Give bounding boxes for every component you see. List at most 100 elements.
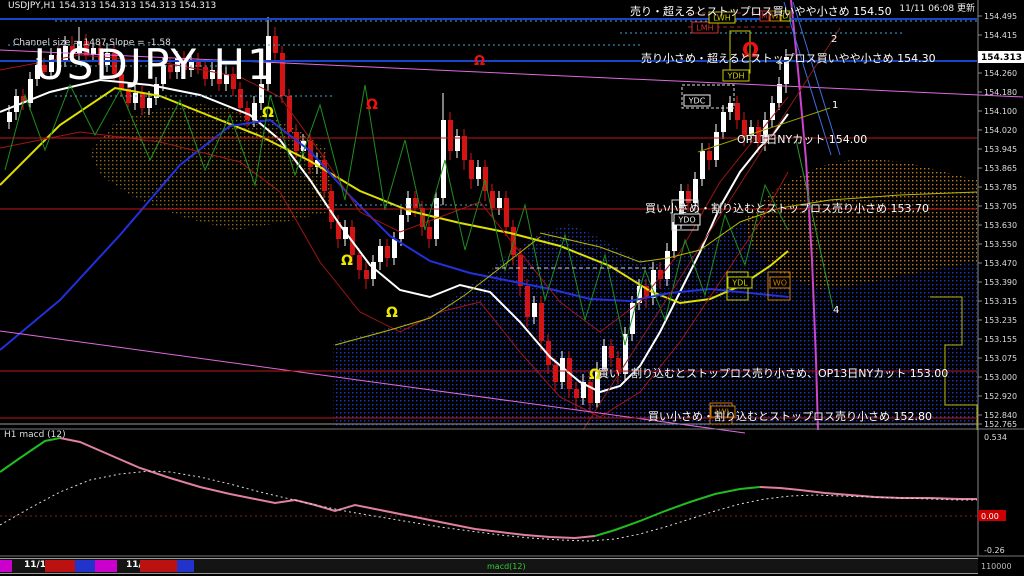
current-price-text: 154.313 xyxy=(981,53,1022,63)
chart-window: USDJPY H1 LMHLWHMWDYDHYDCYDOYDLWOLWLΩΩΩΩ… xyxy=(0,0,1024,576)
wave-number-1: 1 xyxy=(832,100,838,111)
cloud-khaki-left xyxy=(90,104,330,230)
candle xyxy=(133,93,138,103)
candle xyxy=(441,120,446,198)
candle xyxy=(735,103,740,120)
label-box-text: YDC xyxy=(688,97,706,106)
annotation-buy-15370: 買い小さめ・割り込むとストップロス売り小さめ 153.70 xyxy=(645,200,929,216)
osc-main-line xyxy=(595,487,760,536)
ohlc-quote-line: USDJPY,H1 154.313 154.313 154.313 154.31… xyxy=(8,1,216,11)
candle xyxy=(364,270,369,279)
label-box-text: WO xyxy=(773,279,787,288)
candle xyxy=(280,53,285,96)
candle xyxy=(553,365,558,382)
candle xyxy=(588,382,593,403)
price-axis-label: 153.390 xyxy=(984,278,1017,287)
price-axis-label: 153.945 xyxy=(984,145,1017,154)
price-axis-label: 152.920 xyxy=(984,392,1017,401)
label-box-text: YDH xyxy=(726,72,744,81)
wave-number-4: 4 xyxy=(833,305,839,316)
volume-scale-label: 110000 xyxy=(981,562,1012,571)
candle xyxy=(7,112,12,122)
candle xyxy=(427,227,432,239)
candle xyxy=(448,120,453,151)
price-axis-label: 152.840 xyxy=(984,411,1017,420)
session-segment xyxy=(177,560,194,572)
price-axis-label: 153.315 xyxy=(984,297,1017,306)
candle xyxy=(770,103,775,120)
price-axis-label: 153.235 xyxy=(984,316,1017,325)
omega-mark-icon: Ω xyxy=(341,253,353,269)
label-box-text: YDL xyxy=(731,279,748,288)
wave-number-2: 2 xyxy=(831,34,837,45)
sub-zero-text: 0.00 xyxy=(981,512,999,521)
price-axis-label: 153.000 xyxy=(984,373,1017,382)
candle xyxy=(672,222,677,251)
candle xyxy=(525,286,530,317)
price-axis-label: 154.260 xyxy=(984,69,1017,78)
price-axis-label: 153.470 xyxy=(984,259,1017,268)
candle xyxy=(238,89,243,108)
session-segment xyxy=(45,560,75,572)
annotation-buy-15280: 買い小さめ・割り込むとストップロス売り小さめ 152.80 xyxy=(648,408,932,424)
candle xyxy=(700,151,705,179)
annotation-buy-15300: 買い・割り込むとストップロス売り小さめ、OP13日NYカット 153.00 xyxy=(598,365,948,381)
session-segment xyxy=(95,560,117,572)
price-axis[interactable]: 154.495154.415154.335154.260154.180154.1… xyxy=(978,0,1024,556)
omega-mark-icon: Ω xyxy=(474,54,485,69)
candle xyxy=(413,198,418,208)
price-axis-label: 153.785 xyxy=(984,183,1017,192)
omega-mark-icon: Ω xyxy=(386,305,398,321)
osc-main-line xyxy=(0,438,60,472)
candle xyxy=(329,191,334,222)
pane-separators xyxy=(0,429,1024,556)
candle xyxy=(462,136,467,160)
candle xyxy=(385,246,390,258)
sub-axis-max: 0.534 xyxy=(984,433,1007,442)
price-axis-label: 153.075 xyxy=(984,354,1017,363)
candle xyxy=(518,255,523,286)
price-axis-label: 153.705 xyxy=(984,202,1017,211)
annotation-sell-15450: 売り・超えるとストップロス買いやや小さめ 154.50 xyxy=(630,3,892,19)
session-segment xyxy=(75,560,95,572)
price-axis-label: 154.180 xyxy=(984,88,1017,97)
candle xyxy=(378,246,383,262)
osc-main-line xyxy=(760,487,977,499)
price-axis-label: 154.020 xyxy=(984,126,1017,135)
omega-mark-icon: Ω xyxy=(262,105,274,121)
candle xyxy=(497,198,502,208)
price-axis-label: 153.865 xyxy=(984,164,1017,173)
session-segment xyxy=(140,560,177,572)
sub-indicator-label: H1 macd (12) xyxy=(4,430,66,440)
candle xyxy=(287,96,292,132)
candle xyxy=(574,389,579,398)
candle xyxy=(504,198,509,227)
sub-axis-min: -0.26 xyxy=(984,546,1005,555)
annotation-sell-15430: 売り小さめ・超えるとストップロス買いやや小さめ 154.30 xyxy=(641,50,936,66)
candle xyxy=(399,215,404,239)
candle xyxy=(147,98,152,108)
price-axis-label: 154.100 xyxy=(984,107,1017,116)
price-axis-label: 153.550 xyxy=(984,240,1017,249)
candle xyxy=(777,84,782,103)
label-box-text: YDO xyxy=(677,216,695,225)
candle xyxy=(140,93,145,108)
candle xyxy=(539,303,544,341)
candle xyxy=(532,303,537,317)
annotation-op-15400: OP11日NYカット 154.00 xyxy=(737,131,867,147)
candle xyxy=(357,255,362,270)
candle xyxy=(406,198,411,215)
omega-mark-icon: Ω xyxy=(366,97,378,113)
update-time-label: 11/11 06:08 更新 xyxy=(899,1,975,14)
price-axis-label: 153.155 xyxy=(984,335,1017,344)
candle xyxy=(721,112,726,132)
label-box-text: LMH xyxy=(696,24,713,33)
candle xyxy=(609,346,614,358)
channel-info-label: Channel size = 1487 Slope = -1.58 xyxy=(13,38,171,48)
candle xyxy=(476,167,481,179)
osc-main-line xyxy=(60,438,595,538)
price-axis-label: 154.415 xyxy=(984,31,1017,40)
session-timeline-bar[interactable]: 11/10 11/11 macd(12) xyxy=(0,558,978,574)
price-axis-label: 154.495 xyxy=(984,12,1017,21)
price-axis-label: 153.630 xyxy=(984,221,1017,230)
